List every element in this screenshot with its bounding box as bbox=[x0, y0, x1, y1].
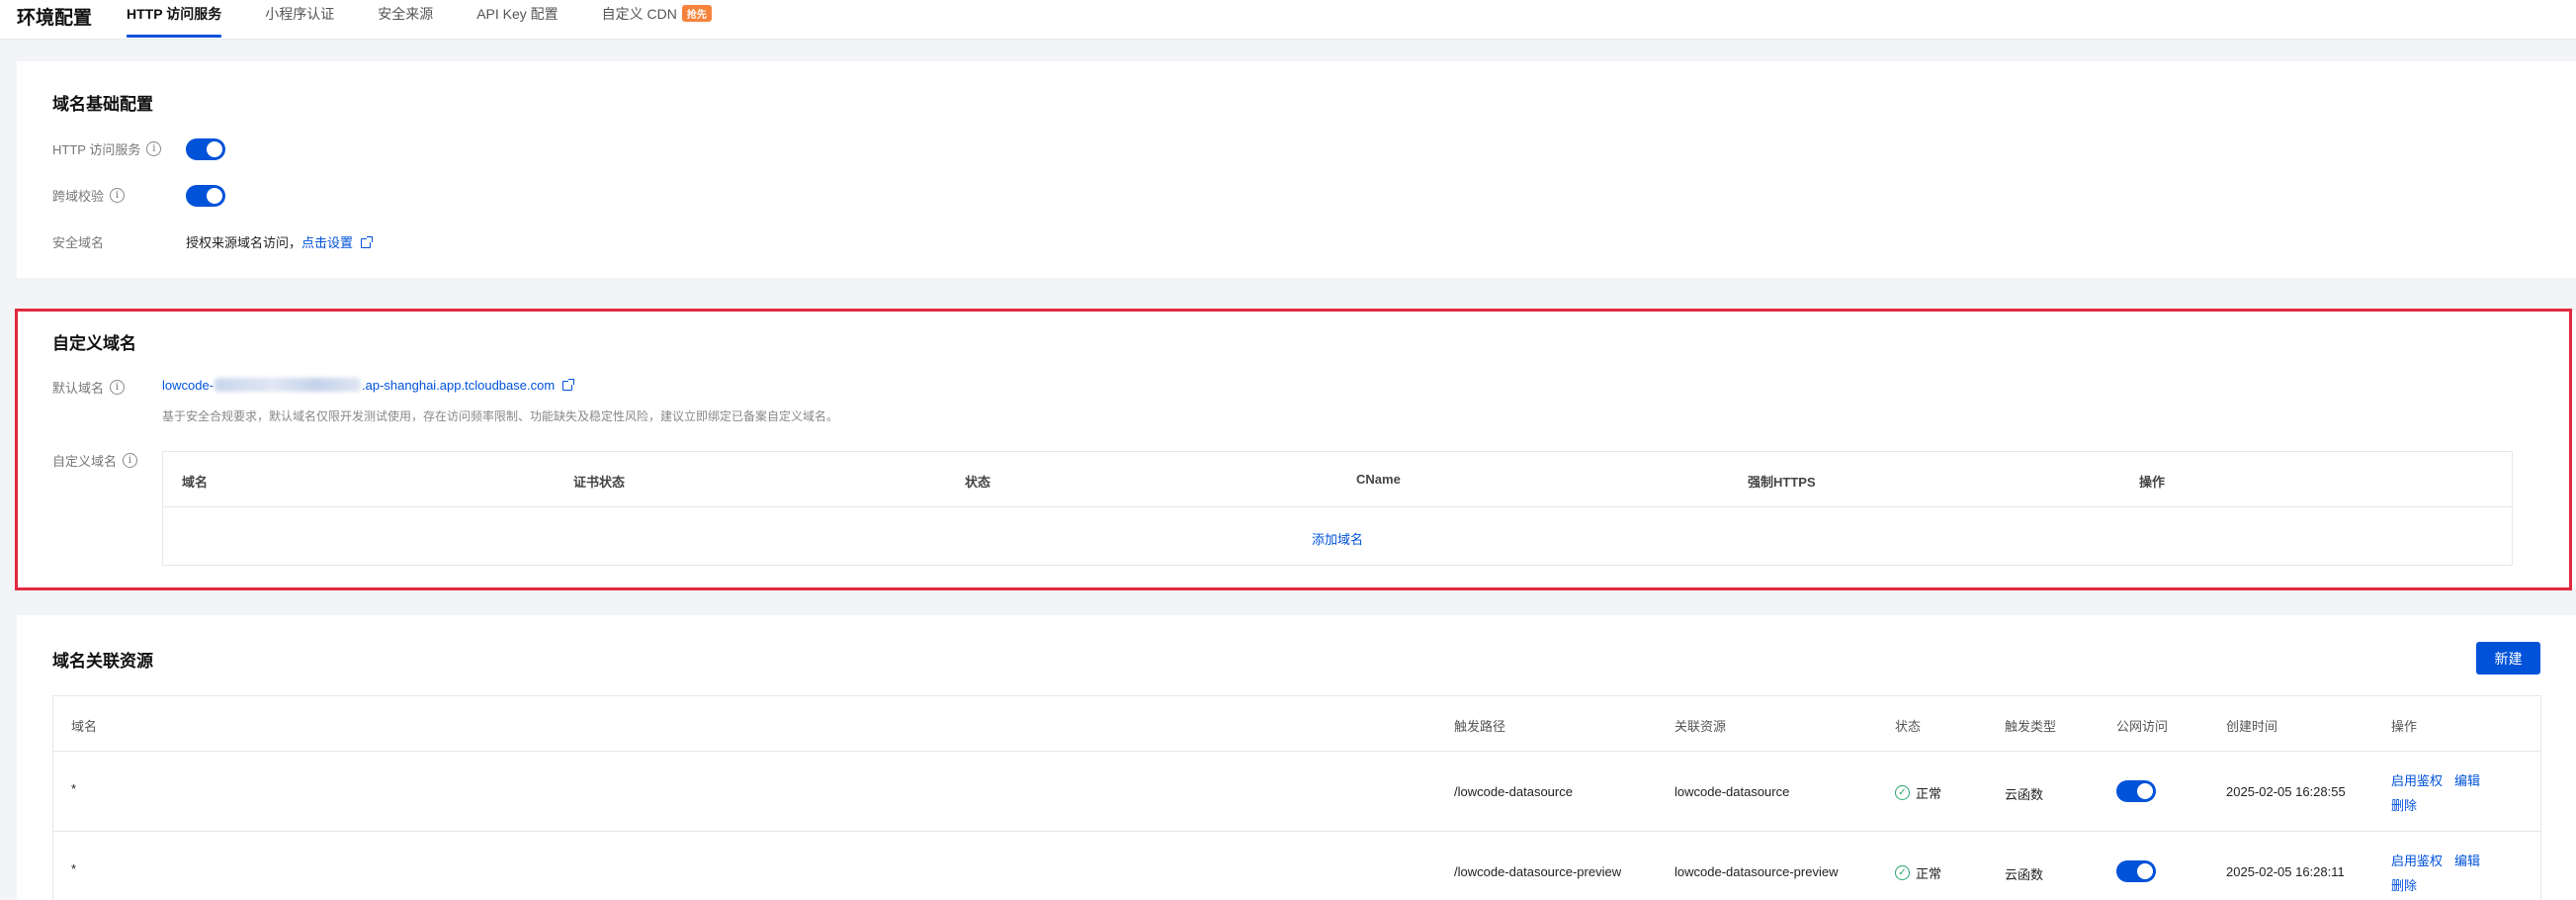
public-access-toggle[interactable] bbox=[2116, 780, 2156, 802]
redacted-text bbox=[215, 378, 362, 392]
row-status: ✓ 正常 bbox=[1895, 783, 1941, 802]
default-domain-suffix: .ap-shanghai.app.tcloudbase.com bbox=[362, 378, 556, 393]
http-service-toggle[interactable] bbox=[186, 138, 225, 160]
tab-api-key[interactable]: API Key 配置 bbox=[476, 0, 558, 40]
row-created-time: 2025-02-05 16:28:55 bbox=[2226, 784, 2346, 799]
http-service-label-text: HTTP 访问服务 bbox=[52, 142, 141, 157]
basic-config-title: 域名基础配置 bbox=[52, 95, 153, 114]
external-link-icon[interactable] bbox=[562, 379, 575, 391]
enable-auth-link[interactable]: 启用鉴权 bbox=[2391, 854, 2443, 868]
cors-label-text: 跨域校验 bbox=[52, 189, 105, 204]
safe-domain-settings-link[interactable]: 点击设置 bbox=[301, 235, 374, 250]
cors-label: 跨域校验 i bbox=[52, 186, 126, 205]
page-title: 环境配置 bbox=[17, 8, 93, 29]
delete-link[interactable]: 删除 bbox=[2391, 795, 2480, 814]
row-domain: * bbox=[71, 861, 77, 876]
table-row: * /lowcode-datasource-preview lowcode-da… bbox=[53, 832, 2540, 900]
external-link-icon bbox=[361, 236, 374, 248]
safe-domain-value: 授权来源域名访问，点击设置 bbox=[186, 232, 374, 251]
row-status-text: 正常 bbox=[1916, 786, 1942, 801]
custom-domain-label-text: 自定义域名 bbox=[52, 454, 118, 469]
row-domain: * bbox=[71, 781, 77, 796]
table-header: 域名 触发路径 关联资源 状态 触发类型 公网访问 创建时间 操作 bbox=[53, 696, 2540, 752]
row-trigger-path-link[interactable]: /lowcode-datasource-preview bbox=[1454, 864, 1621, 879]
row-actions: 启用鉴权 编辑 删除 bbox=[2391, 851, 2492, 894]
new-button[interactable]: 新建 bbox=[2476, 642, 2540, 675]
tab-safe-source[interactable]: 安全来源 bbox=[378, 0, 433, 40]
safe-domain-label: 安全域名 bbox=[52, 235, 105, 250]
safe-domain-text: 授权来源域名访问， bbox=[186, 235, 302, 250]
col-resource: 关联资源 bbox=[1674, 719, 1727, 734]
check-circle-icon: ✓ bbox=[1895, 865, 1910, 880]
custom-domain-title: 自定义域名 bbox=[52, 334, 136, 353]
delete-link[interactable]: 删除 bbox=[2391, 875, 2480, 894]
col-trigger-type: 触发类型 bbox=[2005, 719, 2057, 734]
row-resource-link[interactable]: lowcode-datasource bbox=[1674, 784, 1789, 799]
default-domain-link[interactable]: lowcode- .ap-shanghai.app.tcloudbase.com bbox=[162, 378, 555, 393]
row-resource-link[interactable]: lowcode-datasource-preview bbox=[1674, 864, 1838, 879]
row-created-time: 2025-02-05 16:28:11 bbox=[2226, 864, 2345, 879]
row-trigger-path-link[interactable]: /lowcode-datasource bbox=[1454, 784, 1573, 799]
enable-auth-link[interactable]: 启用鉴权 bbox=[2391, 773, 2443, 788]
public-access-toggle[interactable] bbox=[2116, 860, 2156, 882]
info-icon[interactable]: i bbox=[110, 380, 126, 395]
tab-custom-cdn-label: 自定义 CDN bbox=[601, 6, 677, 22]
default-domain-label: 默认域名 i bbox=[52, 378, 126, 397]
tab-custom-cdn[interactable]: 自定义 CDN 抢先 bbox=[602, 0, 712, 40]
top-nav: 环境配置 HTTP 访问服务 小程序认证 安全来源 API Key 配置 自定义… bbox=[0, 0, 2576, 40]
default-domain-prefix: lowcode- bbox=[162, 378, 215, 393]
info-icon[interactable]: i bbox=[110, 188, 126, 203]
col-trigger-path: 触发路径 bbox=[1454, 719, 1506, 734]
info-icon[interactable]: i bbox=[146, 141, 162, 156]
col-cert-status: 证书状态 bbox=[573, 475, 626, 490]
default-domain-label-text: 默认域名 bbox=[52, 381, 105, 396]
http-service-label: HTTP 访问服务 i bbox=[52, 139, 162, 158]
row-trigger-type: 云函数 bbox=[2005, 867, 2044, 882]
col-public-access: 公网访问 bbox=[2116, 719, 2169, 734]
col-domain: 域名 bbox=[182, 475, 209, 490]
tab-http-service[interactable]: HTTP 访问服务 bbox=[127, 0, 222, 40]
info-icon[interactable]: i bbox=[123, 453, 138, 468]
col-force-https: 强制HTTPS bbox=[1748, 475, 1816, 490]
resources-table: 域名 触发路径 关联资源 状态 触发类型 公网访问 创建时间 操作 * /low… bbox=[52, 695, 2541, 900]
default-domain-hint: 基于安全合规要求，默认域名仅限开发测试使用，存在访问频率限制、功能缺失及稳定性风… bbox=[162, 409, 839, 423]
col-created-time: 创建时间 bbox=[2226, 719, 2278, 734]
table-header: 域名 证书状态 状态 CName 强制HTTPS 操作 bbox=[163, 452, 2512, 507]
custom-domain-table: 域名 证书状态 状态 CName 强制HTTPS 操作 添加域名 bbox=[162, 451, 2513, 566]
check-circle-icon: ✓ bbox=[1895, 785, 1910, 800]
col-status: 状态 bbox=[1895, 719, 1922, 734]
edit-link[interactable]: 编辑 bbox=[2454, 854, 2480, 868]
default-domain-value: lowcode- .ap-shanghai.app.tcloudbase.com bbox=[162, 378, 575, 393]
add-domain-link[interactable]: 添加域名 bbox=[1312, 532, 1363, 547]
row-actions: 启用鉴权 编辑 删除 bbox=[2391, 770, 2492, 814]
row-status-text: 正常 bbox=[1916, 866, 1942, 881]
table-row: * /lowcode-datasource lowcode-datasource… bbox=[53, 752, 2540, 832]
col-actions: 操作 bbox=[2139, 475, 2166, 490]
custom-domain-label: 自定义域名 i bbox=[52, 451, 138, 470]
col-actions: 操作 bbox=[2391, 719, 2418, 734]
cors-toggle[interactable] bbox=[186, 185, 225, 207]
col-cname: CName bbox=[1356, 472, 1401, 487]
basic-config-card: 域名基础配置 HTTP 访问服务 i 跨域校验 i 安全域名 授权来源域名访问，… bbox=[17, 61, 2576, 278]
tab-miniprogram-auth[interactable]: 小程序认证 bbox=[265, 0, 334, 40]
edit-link[interactable]: 编辑 bbox=[2454, 773, 2480, 788]
tab-bar: HTTP 访问服务 小程序认证 安全来源 API Key 配置 自定义 CDN 抢… bbox=[127, 0, 755, 40]
safe-domain-link-text: 点击设置 bbox=[301, 235, 354, 250]
row-trigger-type: 云函数 bbox=[2005, 787, 2044, 802]
resources-title: 域名关联资源 bbox=[52, 652, 153, 671]
row-status: ✓ 正常 bbox=[1895, 863, 1941, 882]
preview-badge: 抢先 bbox=[681, 5, 712, 22]
add-domain-row: 添加域名 bbox=[163, 529, 2512, 548]
col-status: 状态 bbox=[965, 475, 991, 490]
col-domain: 域名 bbox=[71, 719, 98, 734]
